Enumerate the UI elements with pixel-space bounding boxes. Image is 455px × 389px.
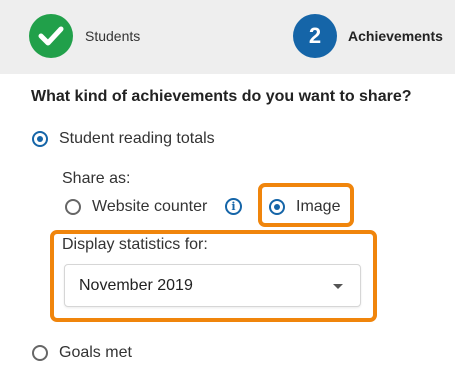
website-counter-label[interactable]: Website counter	[92, 197, 207, 217]
step-achievements-number: 2	[293, 14, 337, 58]
display-statistics-label: Display statistics for:	[62, 236, 208, 253]
student-reading-totals-label[interactable]: Student reading totals	[59, 129, 215, 149]
goals-met-radio[interactable]	[32, 345, 48, 361]
stepper: Students 2 Achievements	[0, 0, 455, 74]
share-as-label: Share as:	[62, 170, 131, 187]
display-statistics-value: November 2019	[79, 277, 193, 294]
chevron-down-icon	[333, 284, 343, 289]
image-radio[interactable]	[269, 199, 285, 215]
goals-met-label[interactable]: Goals met	[59, 343, 132, 363]
student-reading-totals-radio[interactable]	[32, 131, 48, 147]
image-label[interactable]: Image	[296, 197, 340, 217]
display-statistics-select[interactable]: November 2019	[64, 264, 361, 307]
step-students-complete[interactable]	[29, 14, 73, 58]
check-icon	[38, 26, 64, 46]
website-counter-radio[interactable]	[65, 199, 81, 215]
info-icon[interactable]: i	[225, 198, 242, 215]
page-question: What kind of achievements do you want to…	[31, 88, 412, 105]
step-achievements-label: Achievements	[348, 28, 443, 44]
step-students-label[interactable]: Students	[85, 28, 140, 45]
